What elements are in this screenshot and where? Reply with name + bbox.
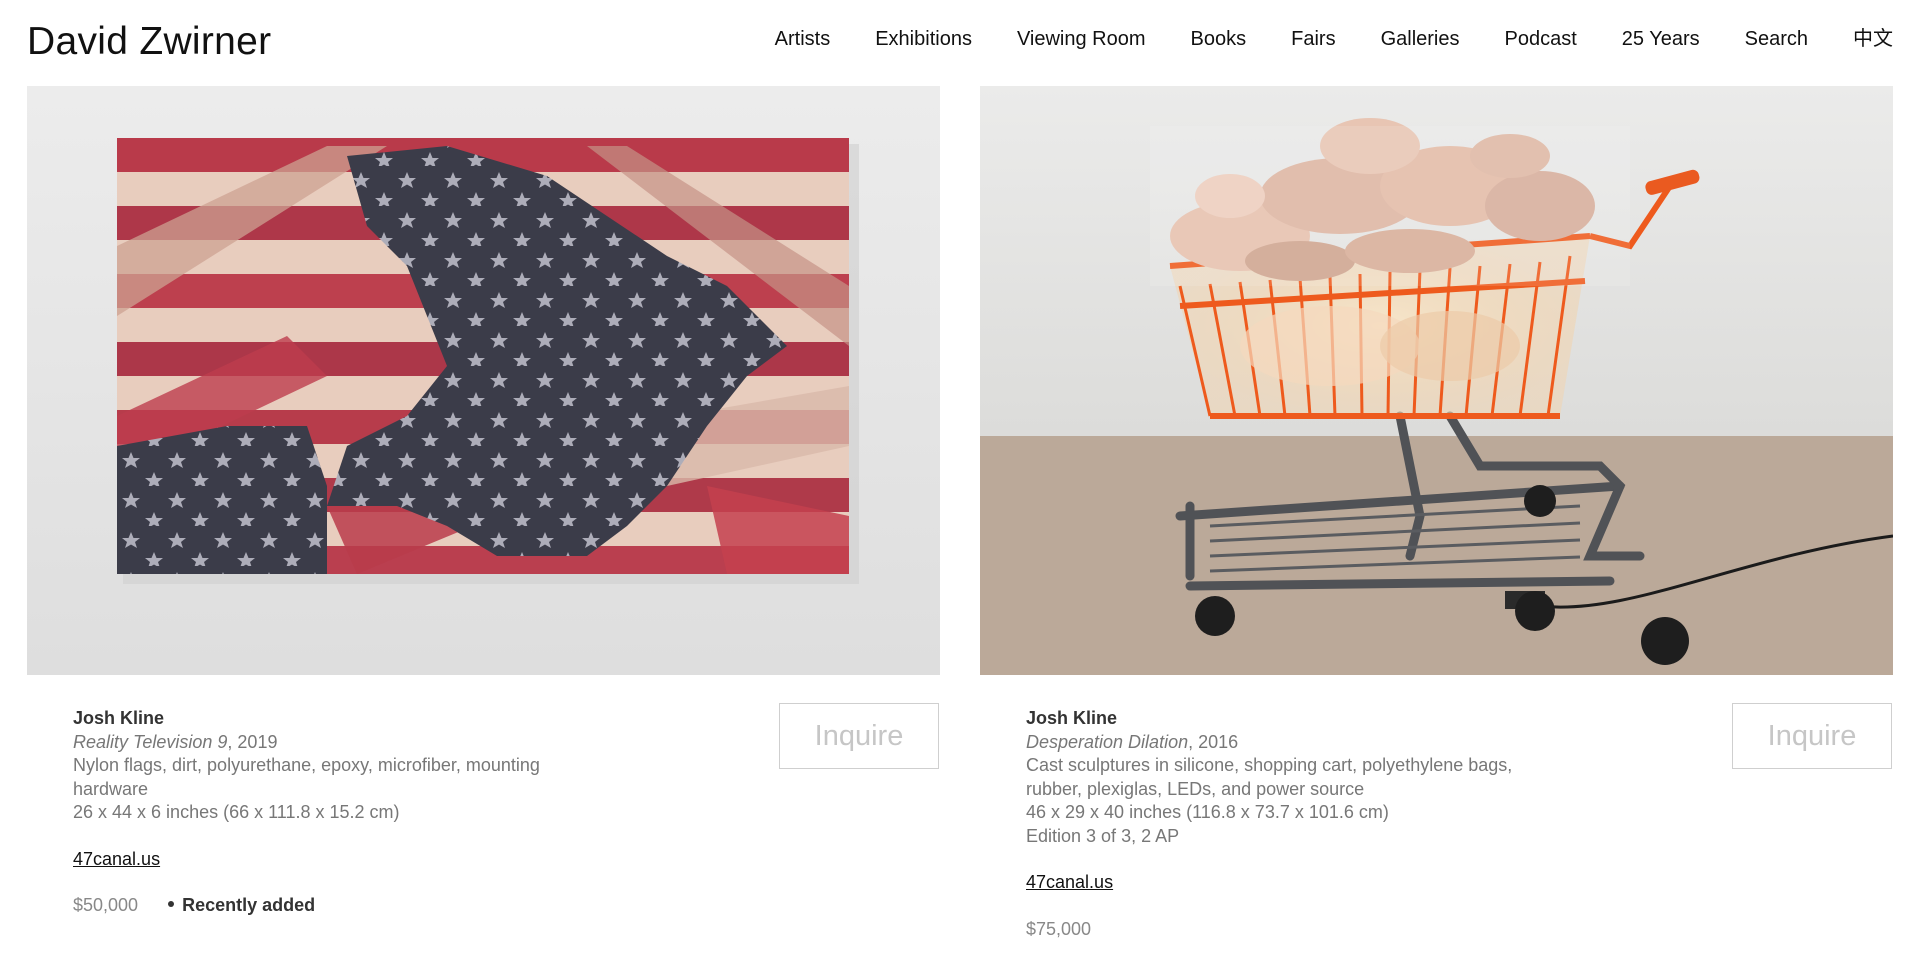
main-nav: Artists Exhibitions Viewing Room Books F… [775,26,1893,52]
site-logo[interactable]: David Zwirner [27,20,271,64]
artist-name[interactable]: Josh Kline [73,707,593,731]
nav-artists[interactable]: Artists [775,26,831,52]
artwork-meta: Josh Kline Desperation Dilation, 2016 Ca… [1026,707,1546,941]
flag-collage-artwork-icon [27,86,940,675]
site-header: David Zwirner Artists Exhibitions Viewin… [0,0,1920,86]
gallery-link[interactable]: 47canal.us [73,848,160,872]
artwork-card: Josh Kline Desperation Dilation, 2016 Ca… [980,86,1893,939]
artwork-price: $75,000 [1026,918,1092,939]
artwork-edition: Edition 3 of 3, 2 AP [1026,825,1180,846]
artwork-medium: Cast sculptures in silicone, shopping ca… [1026,755,1513,799]
nav-25-years[interactable]: 25 Years [1622,26,1700,52]
nav-chinese[interactable]: 中文 [1853,26,1893,52]
artwork-year: , 2016 [1188,731,1239,752]
artwork-year: , 2019 [227,731,278,752]
nav-podcast[interactable]: Podcast [1505,26,1577,52]
nav-exhibitions[interactable]: Exhibitions [875,26,972,52]
nav-viewing-room[interactable]: Viewing Room [1017,26,1146,52]
artwork-card: Josh Kline Reality Television 9, 2019 Ny… [27,86,940,915]
badge-label: Recently added [182,895,316,915]
bullet-icon [168,901,175,908]
recently-added-badge: Recently added [168,894,315,918]
gallery-link[interactable]: 47canal.us [1026,871,1113,895]
nav-fairs[interactable]: Fairs [1291,26,1335,52]
artwork-medium: Nylon flags, dirt, polyurethane, epoxy, … [73,755,540,799]
nav-galleries[interactable]: Galleries [1381,26,1460,52]
artwork-dimensions: 26 x 44 x 6 inches (66 x 111.8 x 15.2 cm… [73,802,400,822]
artwork-image-cart[interactable] [980,86,1893,675]
artwork-title-line: Reality Television 9, 2019 [73,731,593,755]
nav-books[interactable]: Books [1191,26,1247,52]
nav-search[interactable]: Search [1745,26,1808,52]
inquire-button[interactable]: Inquire [779,703,939,769]
artwork-title: Reality Television 9 [73,731,228,752]
artist-name[interactable]: Josh Kline [1026,707,1546,731]
shopping-cart-sculpture-icon [980,86,1893,675]
artwork-meta: Josh Kline Reality Television 9, 2019 Ny… [73,707,593,918]
price-row: $75,000 [1026,918,1546,942]
artwork-title: Desperation Dilation [1026,731,1189,752]
artwork-dimensions: 46 x 29 x 40 inches (116.8 x 73.7 x 101.… [1026,802,1389,822]
price-row: $50,000 Recently added [73,894,593,918]
artwork-price: $50,000 [73,895,139,915]
artwork-image-flag[interactable] [27,86,940,675]
artwork-title-line: Desperation Dilation, 2016 [1026,731,1546,755]
inquire-button[interactable]: Inquire [1732,703,1892,769]
